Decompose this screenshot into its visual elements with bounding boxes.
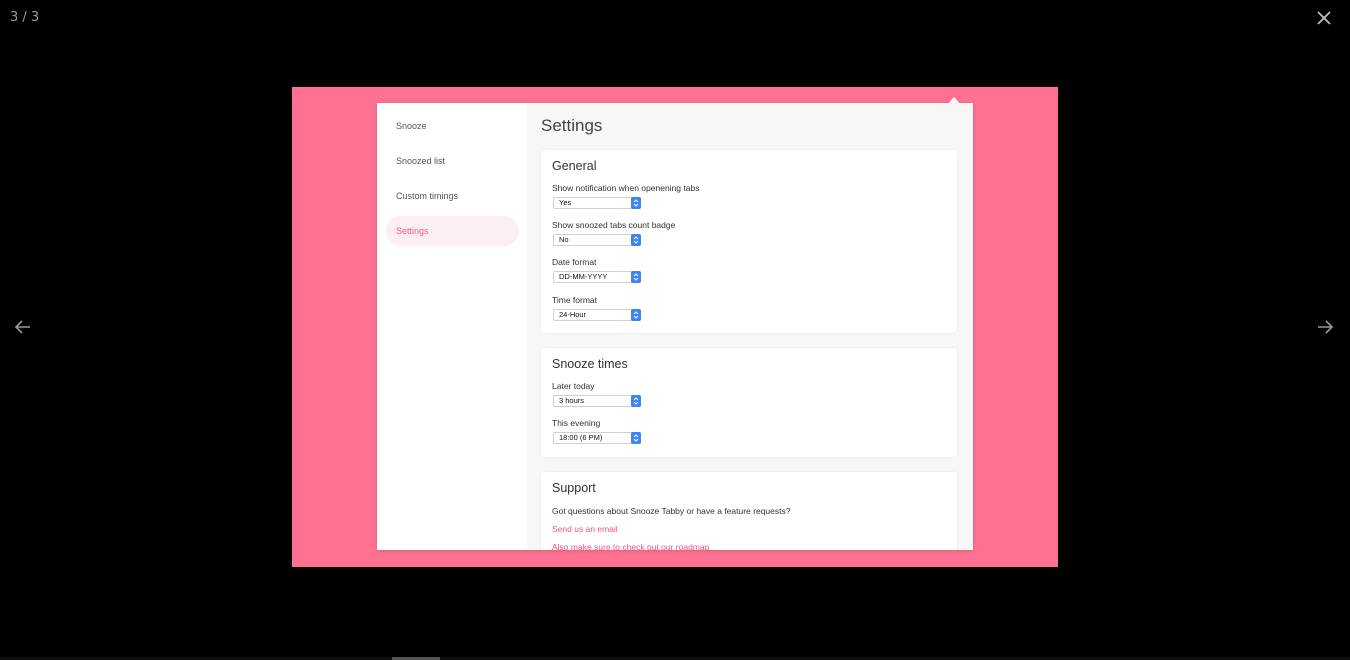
email-link[interactable]: Send us an email xyxy=(552,524,618,534)
sidebar-item-snooze[interactable]: Snooze xyxy=(386,111,519,141)
time-format-select[interactable]: 24-Hour xyxy=(553,309,641,321)
chevron-updown-icon xyxy=(631,432,641,444)
later-today-select[interactable]: 3 hours xyxy=(553,395,641,407)
date-format-select-value: DD-MM-YYYY xyxy=(559,272,608,281)
later-today-select-value: 3 hours xyxy=(559,396,585,405)
chevron-updown-icon xyxy=(631,395,641,407)
this-evening-select-value: 18:00 (6 PM) xyxy=(559,433,603,442)
extension-popup: Snooze Snoozed list Custom timings Setti… xyxy=(377,103,973,550)
chevron-updown-icon xyxy=(631,271,641,283)
chevron-updown-icon xyxy=(631,234,641,246)
general-card-title: General xyxy=(552,159,597,173)
time-format-select-value: 24-Hour xyxy=(559,310,587,319)
close-icon[interactable] xyxy=(1312,8,1336,30)
sidebar-item-custom-timings[interactable]: Custom timings xyxy=(386,181,519,211)
support-card-title: Support xyxy=(552,481,596,495)
arrow-right-icon[interactable] xyxy=(1314,316,1336,338)
this-evening-label: This evening xyxy=(552,418,601,428)
lightbox-viewer: 3 / 3 Snooze Snoozed list Custom timings… xyxy=(0,0,1350,660)
snooze-times-card: Snooze times Later today 3 hours This ev… xyxy=(541,348,957,457)
time-format-label: Time format xyxy=(552,295,598,305)
support-text: Got questions about Snooze Tabby or have… xyxy=(552,506,791,516)
notification-select[interactable]: Yes xyxy=(553,197,641,209)
roadmap-link[interactable]: Also make sure to check out our roadmap xyxy=(552,542,709,550)
later-today-label: Later today xyxy=(552,381,595,391)
snooze-times-card-title: Snooze times xyxy=(552,357,628,371)
sidebar-item-settings[interactable]: Settings xyxy=(386,216,519,246)
sidebar: Snooze Snoozed list Custom timings Setti… xyxy=(377,103,527,550)
sidebar-item-snoozed-list[interactable]: Snoozed list xyxy=(386,146,519,176)
this-evening-select[interactable]: 18:00 (6 PM) xyxy=(553,432,641,444)
slide-counter: 3 / 3 xyxy=(10,10,40,25)
count-badge-select-value: No xyxy=(559,235,569,244)
settings-main: Settings General Show notification when … xyxy=(527,103,973,550)
screenshot-slide: Snooze Snoozed list Custom timings Setti… xyxy=(292,87,1058,567)
chevron-updown-icon xyxy=(631,197,641,209)
date-format-select[interactable]: DD-MM-YYYY xyxy=(553,271,641,283)
notification-select-value: Yes xyxy=(559,198,572,207)
chevron-updown-icon xyxy=(631,309,641,321)
date-format-label: Date format xyxy=(552,257,597,267)
general-card: General Show notification when openening… xyxy=(541,150,957,333)
count-badge-label: Show snoozed tabs count badge xyxy=(552,220,676,230)
arrow-left-icon[interactable] xyxy=(12,316,34,338)
count-badge-select[interactable]: No xyxy=(553,234,641,246)
notification-label: Show notification when openening tabs xyxy=(552,183,700,193)
support-card: Support Got questions about Snooze Tabby… xyxy=(541,472,957,550)
page-title: Settings xyxy=(541,116,603,135)
